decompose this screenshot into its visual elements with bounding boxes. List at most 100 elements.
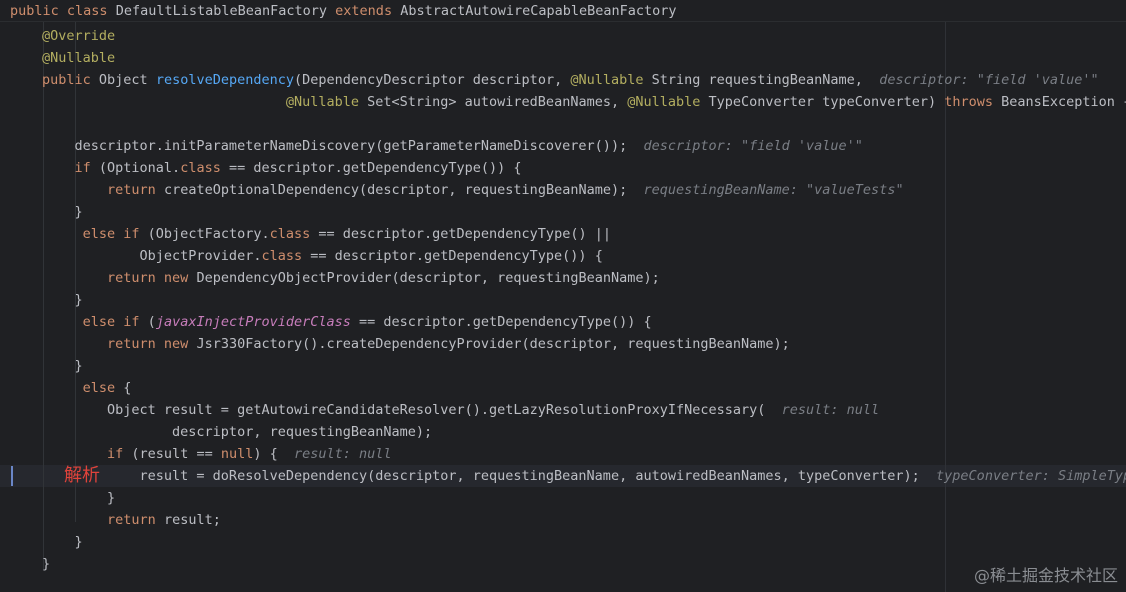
code-token: @Nullable [285, 94, 359, 110]
watermark: @稀土掘金技术社区 [973, 566, 1118, 585]
code-token: Jsr330Factory().createDependencyProvider… [188, 336, 790, 352]
code-token: javaxInjectProviderClass [155, 314, 351, 330]
code-token: @Override [42, 28, 116, 44]
inline-debug-value: requestingBeanName: "valueTests" [643, 182, 904, 198]
inline-debug-value: result: null [781, 402, 880, 418]
execution-point-marker [11, 466, 13, 486]
code-token: class [269, 226, 311, 242]
code-token: (DependencyDescriptor descriptor, [293, 72, 571, 88]
code-token: class [261, 248, 303, 264]
code-token: resolveDependency [155, 72, 294, 88]
code-line[interactable]: } [42, 553, 50, 575]
code-token: return new [107, 336, 189, 352]
code-token: } [42, 204, 83, 220]
code-token: BeansException { t [1001, 94, 1126, 110]
code-token: return new [107, 270, 189, 286]
code-line[interactable]: if (Optional.class == descriptor.getDepe… [42, 157, 522, 179]
code-token: Object [90, 72, 156, 88]
code-token: Set<String> autowiredBeanNames, [359, 94, 628, 110]
code-token: return [107, 182, 156, 198]
code-token: else if [82, 226, 140, 242]
code-token: class [180, 160, 221, 176]
code-token: result = doResolveDependency(descriptor,… [42, 468, 937, 484]
code-token: TypeConverter typeConverter) [700, 94, 945, 110]
code-editor[interactable]: 解析 @Override @Nullable public Object resol… [0, 22, 1126, 592]
code-line[interactable]: return new Jsr330Factory().createDepende… [42, 333, 790, 355]
code-token: { [115, 380, 132, 396]
inline-debug-value: descriptor: "field 'value'" reque [879, 72, 1099, 88]
inline-debug-value: typeConverter: SimpleTypeConv [936, 468, 1126, 484]
code-line[interactable]: else if (javaxInjectProviderClass == des… [42, 311, 652, 333]
code-token: if [107, 446, 124, 462]
code-line[interactable]: public Object resolveDependency(Dependen… [42, 69, 1126, 91]
code-token: ( [139, 314, 156, 330]
code-token: (Optional. [90, 160, 181, 176]
code-token: descriptor.initParameterNameDiscovery(ge… [42, 138, 644, 154]
code-token: else if [82, 314, 140, 330]
code-line[interactable]: if (result == null) { result: null [42, 443, 392, 465]
superclass-name[interactable]: AbstractAutowireCapableBeanFactory [400, 3, 676, 19]
code-token: @Nullable [627, 94, 701, 110]
code-token: return [107, 512, 156, 528]
code-token: @Nullable [42, 50, 116, 66]
code-token: (result == [123, 446, 221, 462]
code-token: (ObjectFactory. [139, 226, 270, 242]
code-line[interactable]: @Nullable Set<String> autowiredBeanNames… [42, 91, 1126, 113]
inline-debug-value: result: null [294, 446, 392, 462]
class-name[interactable]: DefaultListableBeanFactory [116, 3, 327, 19]
code-token: throws [944, 94, 993, 110]
code-token: null [220, 446, 254, 462]
code-token: result; [155, 512, 221, 528]
code-token: @Nullable [570, 72, 644, 88]
code-line[interactable]: } [42, 201, 83, 223]
code-line[interactable]: else { [42, 377, 132, 399]
keyword-public: public [10, 3, 59, 19]
code-line[interactable]: else if (ObjectFactory.class == descript… [42, 223, 611, 245]
code-line[interactable]: } [42, 289, 83, 311]
code-token: == descriptor.getDependencyType()) { [350, 314, 652, 330]
code-token: == descriptor.getDependencyType() || [310, 226, 611, 242]
code-token: == descriptor.getDependencyType()) { [220, 160, 522, 176]
code-line[interactable]: descriptor, requestingBeanName); [42, 421, 432, 443]
code-line[interactable]: return result; [42, 509, 221, 531]
code-line[interactable]: } [42, 531, 83, 553]
code-line[interactable]: result = doResolveDependency(descriptor,… [42, 465, 1126, 487]
code-line[interactable]: @Nullable [42, 47, 115, 69]
class-declaration-line[interactable]: public class DefaultListableBeanFactory … [0, 0, 1126, 22]
code-token: } [42, 556, 51, 572]
code-token: ) { [253, 446, 294, 462]
keyword-extends: extends [335, 3, 393, 19]
code-token: if [74, 160, 91, 176]
code-token: Object result = getAutowireCandidateReso… [42, 402, 782, 418]
code-line[interactable]: } [42, 487, 115, 509]
code-line[interactable]: } [42, 355, 83, 377]
code-token: } [42, 358, 83, 374]
keyword-class: class [66, 3, 108, 19]
code-token: else [82, 380, 116, 396]
code-token: } [42, 490, 116, 506]
code-token: String requestingBeanName, [643, 72, 880, 88]
code-token: } [42, 534, 83, 550]
code-token: DependencyObjectProvider(descriptor, req… [188, 270, 660, 286]
code-token: ObjectProvider. [42, 248, 262, 264]
code-line[interactable]: Object result = getAutowireCandidateReso… [42, 399, 879, 421]
inline-debug-value: descriptor: "field 'value'" [643, 138, 863, 154]
code-token: == descriptor.getDependencyType()) { [302, 248, 603, 264]
code-line[interactable]: descriptor.initParameterNameDiscovery(ge… [42, 135, 863, 157]
code-line[interactable]: ObjectProvider.class == descriptor.getDe… [42, 245, 603, 267]
code-line[interactable]: return new DependencyObjectProvider(desc… [42, 267, 660, 289]
code-line[interactable]: @Override [42, 25, 115, 47]
code-line[interactable]: return createOptionalDependency(descript… [42, 179, 904, 201]
code-token: descriptor, requestingBeanName); [42, 424, 433, 440]
code-token: createOptionalDependency(descriptor, req… [155, 182, 644, 198]
